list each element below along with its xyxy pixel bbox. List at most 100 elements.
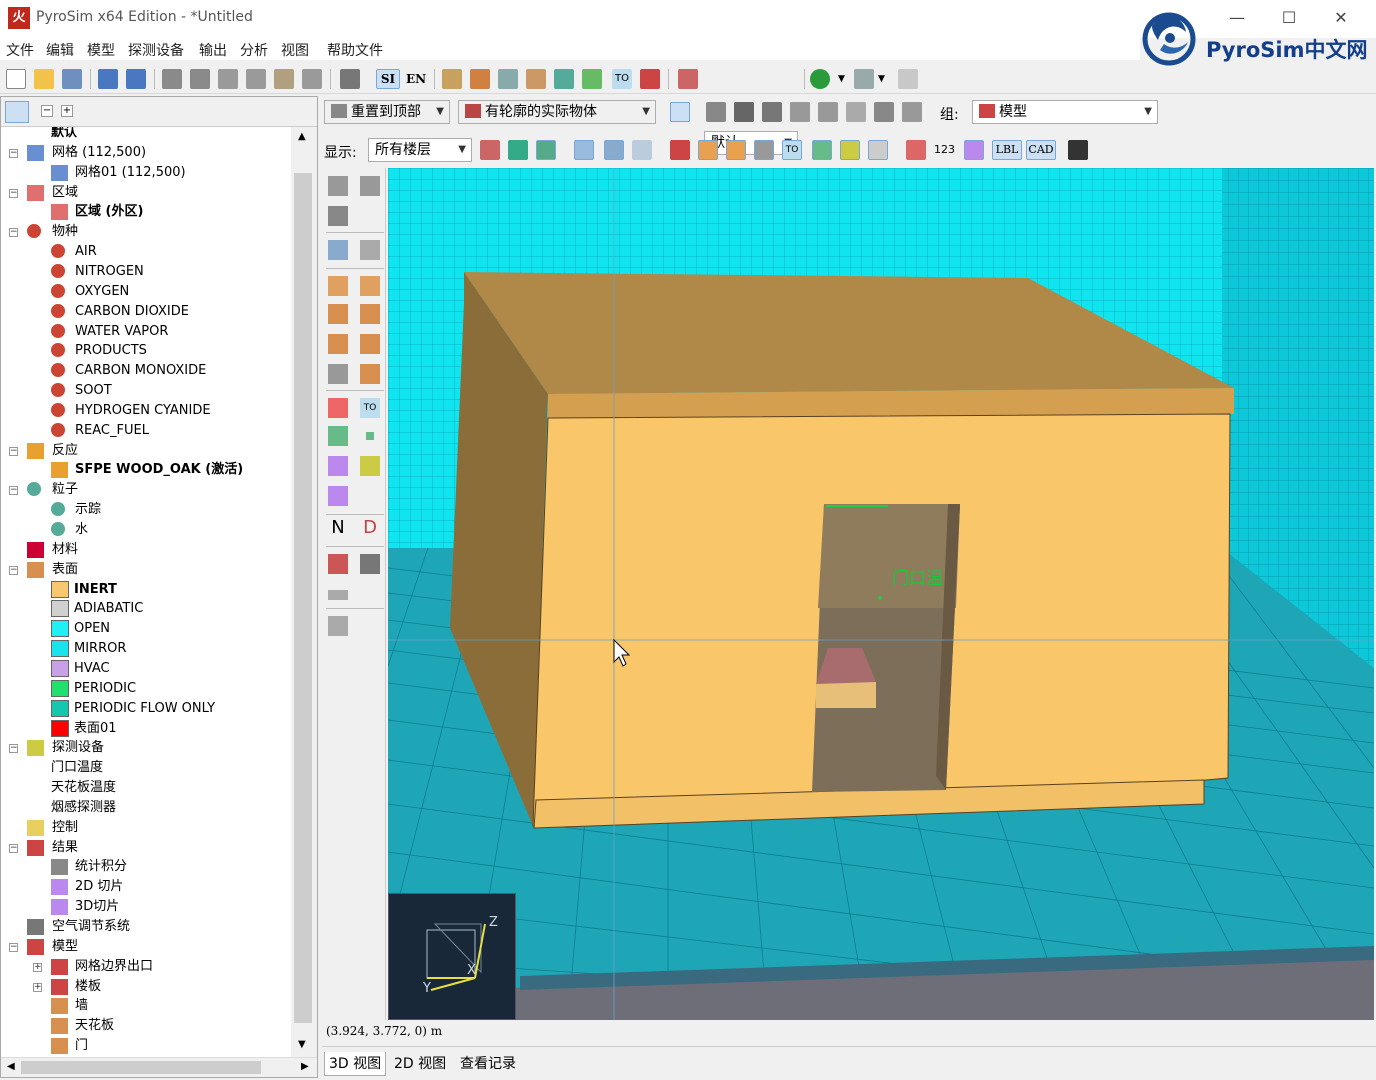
cut-icon[interactable] [218, 69, 238, 89]
fit-view-icon[interactable] [874, 102, 894, 122]
tree-item[interactable]: 示踪 [1, 500, 291, 520]
menu-devices[interactable]: 探测设备 [128, 40, 184, 60]
obst-show-icon[interactable] [698, 140, 718, 160]
tree-item[interactable]: ADIABATIC [1, 599, 291, 619]
tree-item[interactable]: + 网格边界出口 [1, 957, 291, 977]
particle-show-icon[interactable] [812, 140, 832, 160]
tree-item[interactable]: SOOT [1, 381, 291, 401]
tree-item[interactable]: − 模型 [1, 937, 291, 957]
device-list-icon[interactable] [328, 364, 348, 384]
thermocouple-button[interactable]: TO [612, 69, 632, 89]
tree-item[interactable]: PRODUCTS [1, 341, 291, 361]
tree-item[interactable]: 统计积分 [1, 857, 291, 877]
run-simulation-icon[interactable] [810, 69, 830, 89]
new-file-icon[interactable] [6, 69, 26, 89]
thermocouple-tool-button[interactable]: TO [360, 398, 380, 418]
room-icon[interactable] [360, 334, 380, 354]
tree-item[interactable]: 门口温度 [1, 758, 291, 778]
align-tool-icon[interactable] [328, 616, 348, 636]
mirror-icon[interactable] [328, 206, 348, 226]
expand-icon[interactable]: + [33, 962, 42, 972]
tree-item[interactable]: 水 [1, 520, 291, 540]
eyedropper-icon[interactable] [360, 554, 380, 574]
measure-tool-icon[interactable] [328, 590, 348, 600]
save-icon[interactable] [62, 69, 82, 89]
tree-item[interactable]: 门 [1, 1036, 291, 1056]
duct-tool-button[interactable]: D [360, 518, 380, 538]
group-select[interactable]: 模型 ▼ [972, 100, 1158, 124]
stat-show-button[interactable]: 123 [934, 140, 958, 160]
collapse-icon[interactable]: − [9, 942, 18, 952]
collapse-icon[interactable]: − [9, 188, 18, 198]
en-units-button[interactable]: EN [404, 69, 428, 89]
image-active-icon[interactable] [536, 140, 556, 160]
record-show-icon[interactable] [754, 140, 774, 160]
orbit-tool-icon[interactable] [706, 102, 726, 122]
hvac-node-show-icon[interactable] [868, 140, 888, 160]
tree-item[interactable]: 天花板 [1, 1016, 291, 1036]
slice-tool-icon[interactable] [328, 456, 348, 476]
mesh-hide-icon[interactable] [632, 140, 652, 160]
tree-item[interactable]: − 区域 [1, 183, 291, 203]
tree-item[interactable]: + 楼板 [1, 977, 291, 997]
tree-item[interactable]: PERIODIC FLOW ONLY [1, 699, 291, 719]
tree-item[interactable]: 天花板温度 [1, 778, 291, 798]
tree-item[interactable]: HYDROGEN CYANIDE [1, 401, 291, 421]
fire-icon[interactable] [898, 69, 918, 89]
menu-model[interactable]: 模型 [87, 40, 115, 60]
properties-icon[interactable] [340, 69, 360, 89]
zoom-box-icon[interactable] [818, 102, 838, 122]
collapse-icon[interactable]: − [9, 744, 18, 754]
camera-icon[interactable] [1068, 140, 1088, 160]
render-mode-select[interactable]: 有轮廓的实际物体 ▼ [458, 100, 656, 124]
paste-icon[interactable] [274, 69, 294, 89]
tree-item[interactable]: 区域 (外区) [1, 202, 291, 222]
import-icon[interactable] [98, 69, 118, 89]
slice-plane-icon[interactable] [328, 486, 348, 506]
tree-filter-icon[interactable] [5, 101, 29, 123]
tree-item[interactable]: 3D切片 [1, 897, 291, 917]
zoom-fit-icon[interactable] [902, 102, 922, 122]
hscroll-thumb[interactable] [21, 1061, 261, 1074]
menu-output[interactable]: 输出 [199, 40, 227, 60]
thermocouple-show-button[interactable]: TO [782, 140, 802, 160]
mesh-grid-icon[interactable] [360, 240, 380, 260]
particle-tool-icon[interactable] [328, 426, 348, 446]
hole-show-icon[interactable] [726, 140, 746, 160]
menu-help[interactable]: 帮助文件 [327, 40, 383, 60]
tree-item[interactable]: − 物种 [1, 222, 291, 242]
zoom-tool-icon[interactable] [790, 102, 810, 122]
tree-item[interactable]: MIRROR [1, 639, 291, 659]
tab-3d-view[interactable]: 3D 视图 [324, 1052, 387, 1076]
menu-file[interactable]: 文件 [6, 40, 34, 60]
tree-item[interactable]: PERIODIC [1, 679, 291, 699]
tree-item[interactable]: 网格01 (112,500) [1, 163, 291, 183]
select-tool-icon[interactable] [670, 102, 690, 122]
tree-item[interactable]: INERT [1, 580, 291, 600]
undo-icon[interactable] [162, 69, 182, 89]
slab-icon[interactable] [328, 276, 348, 296]
collapse-icon[interactable]: − [9, 486, 18, 496]
results-dropdown-icon[interactable]: ▼ [878, 69, 888, 89]
3d-viewport[interactable]: 门口温 Z X Y [388, 168, 1374, 1020]
tree-item[interactable]: 材料 [1, 540, 291, 560]
roof-icon[interactable] [360, 364, 380, 384]
obstruction-icon[interactable] [470, 69, 490, 89]
redo-icon[interactable] [190, 69, 210, 89]
collapse-icon[interactable]: − [9, 843, 18, 853]
record-icon[interactable] [498, 69, 518, 89]
tree-vertical-scrollbar[interactable]: ▲ ▼ [291, 127, 317, 1057]
device-tool-icon[interactable] [360, 456, 380, 476]
expand-all-icon[interactable]: + [61, 105, 73, 117]
particle-icon[interactable] [554, 69, 574, 89]
tree-item[interactable]: − 表面 [1, 560, 291, 580]
hvac-show-icon[interactable] [670, 140, 690, 160]
tree-item[interactable]: 2D 切片 [1, 877, 291, 897]
tree-horizontal-scrollbar[interactable]: ◀ ▶ [1, 1057, 317, 1077]
wall2-icon[interactable] [360, 304, 380, 324]
tree-item[interactable]: CARBON MONOXIDE [1, 361, 291, 381]
block-icon[interactable] [328, 334, 348, 354]
tree-item[interactable]: OPEN [1, 619, 291, 639]
slice-show-icon[interactable] [964, 140, 984, 160]
species-icon[interactable] [640, 69, 660, 89]
